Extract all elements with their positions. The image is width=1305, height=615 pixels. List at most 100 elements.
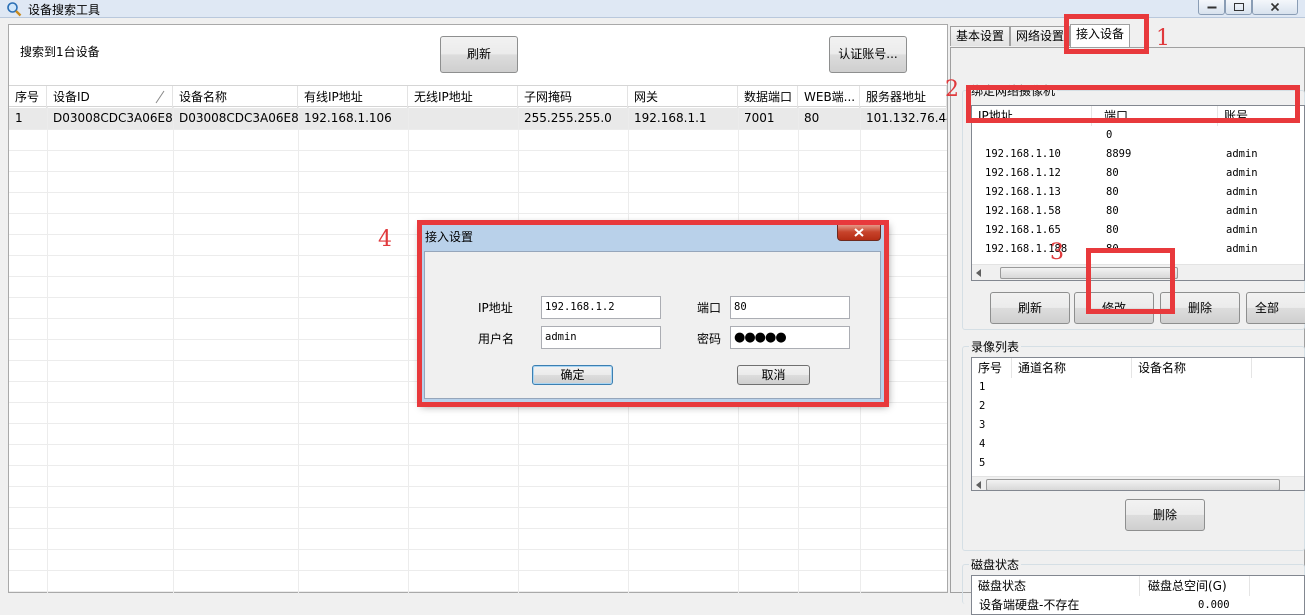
list-item[interactable]: 192.168.1.65 80 admin — [972, 221, 1304, 240]
grid-line — [9, 591, 947, 592]
all-cameras-button[interactable]: 全部 — [1246, 292, 1305, 324]
recordings-list[interactable]: 序号 通道名称 设备名称 1 2 3 4 5 6 — [971, 357, 1305, 491]
table-cell: D03008CDC3A06E8 — [53, 111, 173, 125]
tab-network-settings[interactable]: 网络设置 — [1010, 26, 1071, 46]
list-item[interactable]: 1 — [979, 378, 985, 397]
annotation-number-4: 4 — [378, 227, 392, 252]
search-status-text: 搜索到1台设备 — [20, 45, 100, 59]
column-header-data-port[interactable]: 数据端口 — [738, 86, 798, 108]
table-cell: 80 — [804, 111, 820, 125]
grid-line — [9, 213, 947, 214]
camera-port: 0 — [1106, 129, 1113, 141]
table-cell: 1 — [15, 111, 23, 125]
annotation-box-dialog — [417, 220, 889, 407]
list-item[interactable]: 设备端硬盘-不存在 0.000 — [972, 596, 1304, 614]
list-item[interactable]: 192.168.1.10 8899 admin — [972, 145, 1304, 164]
camera-account: admin — [1226, 186, 1258, 198]
list-item[interactable]: 192.168.1.13 80 admin — [972, 183, 1304, 202]
maximize-button[interactable] — [1225, 0, 1252, 15]
scroll-left-icon[interactable] — [976, 481, 982, 489]
grid-line — [9, 423, 947, 424]
camera-account: admin — [1226, 224, 1258, 236]
table-cell: 101.132.76.44 — [866, 111, 947, 125]
annotation-number-1: 1 — [1156, 26, 1170, 51]
maximize-icon — [1233, 3, 1244, 11]
horizontal-scrollbar[interactable] — [972, 476, 1304, 490]
tab-basic-settings[interactable]: 基本设置 — [950, 26, 1011, 46]
scroll-left-icon[interactable] — [976, 269, 982, 277]
list-item[interactable]: 192.168.1.12 80 admin — [972, 164, 1304, 183]
table-cell — [408, 108, 518, 129]
disk-space-value: 0.000 — [1198, 599, 1230, 611]
recordings-title: 录像列表 — [969, 338, 1022, 355]
camera-account: admin — [1226, 205, 1258, 217]
close-window-button[interactable] — [1252, 0, 1298, 15]
grid-line — [9, 444, 947, 445]
camera-account: admin — [1226, 148, 1258, 160]
column-header-index[interactable]: 序号 — [972, 358, 1012, 378]
tab-content: 绑定网络摄像机 IP地址 端口 账号 0 192.168.1.10 8899 adm… — [950, 47, 1305, 615]
sort-indicator-icon — [155, 90, 165, 104]
camera-port: 80 — [1106, 224, 1119, 236]
grid-line — [9, 171, 947, 172]
grid-line — [9, 465, 947, 466]
camera-ip: 192.168.1.65 — [985, 224, 1061, 236]
column-header-gateway[interactable]: 网关 — [628, 86, 738, 108]
grid-line — [9, 192, 947, 193]
column-header-disk-space[interactable]: 磁盘总空间(G) — [1140, 576, 1250, 596]
list-item[interactable]: 2 — [979, 397, 985, 416]
column-header-wireless-ip[interactable]: 无线IP地址 — [408, 86, 518, 108]
column-header-device-name[interactable]: 设备名称 — [173, 86, 298, 108]
list-item[interactable]: 4 — [979, 435, 985, 454]
annotation-number-3: 3 — [1050, 240, 1064, 265]
window-title: 设备搜索工具 — [28, 3, 101, 17]
list-item[interactable]: 5 — [979, 454, 985, 473]
disk-status-group: 磁盘状态 磁盘状态 磁盘总空间(G) 设备端硬盘-不存在 0.000 — [962, 556, 1305, 615]
list-item[interactable]: 3 — [979, 416, 985, 435]
annotation-box-modify — [1086, 248, 1175, 314]
grid-line — [408, 107, 409, 594]
list-item[interactable]: 0 — [972, 126, 1304, 145]
grid-line — [9, 528, 947, 529]
camera-port: 80 — [1106, 186, 1119, 198]
column-header-server-address[interactable]: 服务器地址 — [860, 86, 947, 108]
column-header-web-port[interactable]: WEB端... — [798, 86, 860, 108]
minimize-icon — [1207, 6, 1216, 9]
column-header-device-name[interactable]: 设备名称 — [1132, 358, 1252, 378]
delete-recording-button[interactable]: 删除 — [1125, 499, 1205, 531]
auth-account-button[interactable]: 认证账号... — [829, 36, 907, 73]
annotation-box-tab — [1064, 14, 1149, 54]
close-icon — [1270, 2, 1280, 12]
grid-line — [9, 486, 947, 487]
column-header-disk-status[interactable]: 磁盘状态 — [972, 576, 1140, 596]
minimize-button[interactable] — [1198, 0, 1225, 15]
column-header-channel-name[interactable]: 通道名称 — [1012, 358, 1132, 378]
grid-line — [9, 549, 947, 550]
table-cell: 192.168.1.1 — [634, 111, 707, 125]
table-cell: D03008CDC3A06E8 — [179, 111, 298, 125]
camera-port: 80 — [1106, 205, 1119, 217]
grid-line — [9, 150, 947, 151]
magnifier-icon — [7, 2, 22, 17]
grid-line — [47, 107, 48, 594]
device-table-header: 序号 设备ID 设备名称 有线IP地址 无线IP地址 子网掩码 网关 数据端口 … — [9, 85, 947, 108]
camera-port: 80 — [1106, 167, 1119, 179]
scrollbar-thumb[interactable] — [986, 479, 1280, 490]
list-item[interactable]: 192.168.1.58 80 admin — [972, 202, 1304, 221]
refresh-search-button[interactable]: 刷新 — [440, 36, 518, 73]
disk-status-title: 磁盘状态 — [969, 556, 1022, 573]
table-cell: 7001 — [744, 111, 775, 125]
column-header-index[interactable]: 序号 — [9, 86, 47, 108]
annotation-box-first-row — [966, 85, 1300, 123]
disk-status-list[interactable]: 磁盘状态 磁盘总空间(G) 设备端硬盘-不存在 0.000 — [971, 575, 1305, 615]
camera-port: 8899 — [1106, 148, 1132, 160]
annotation-number-2: 2 — [945, 77, 959, 102]
table-row[interactable]: 1 D03008CDC3A06E8 D03008CDC3A06E8 192.16… — [9, 108, 947, 129]
column-header-wired-ip[interactable]: 有线IP地址 — [298, 86, 408, 108]
camera-ip: 192.168.1.58 — [985, 205, 1061, 217]
column-header-subnet-mask[interactable]: 子网掩码 — [518, 86, 628, 108]
table-cell: 192.168.1.106 — [304, 111, 392, 125]
camera-account: admin — [1226, 243, 1258, 255]
refresh-cameras-button[interactable]: 刷新 — [990, 292, 1070, 324]
grid-line — [173, 107, 174, 594]
